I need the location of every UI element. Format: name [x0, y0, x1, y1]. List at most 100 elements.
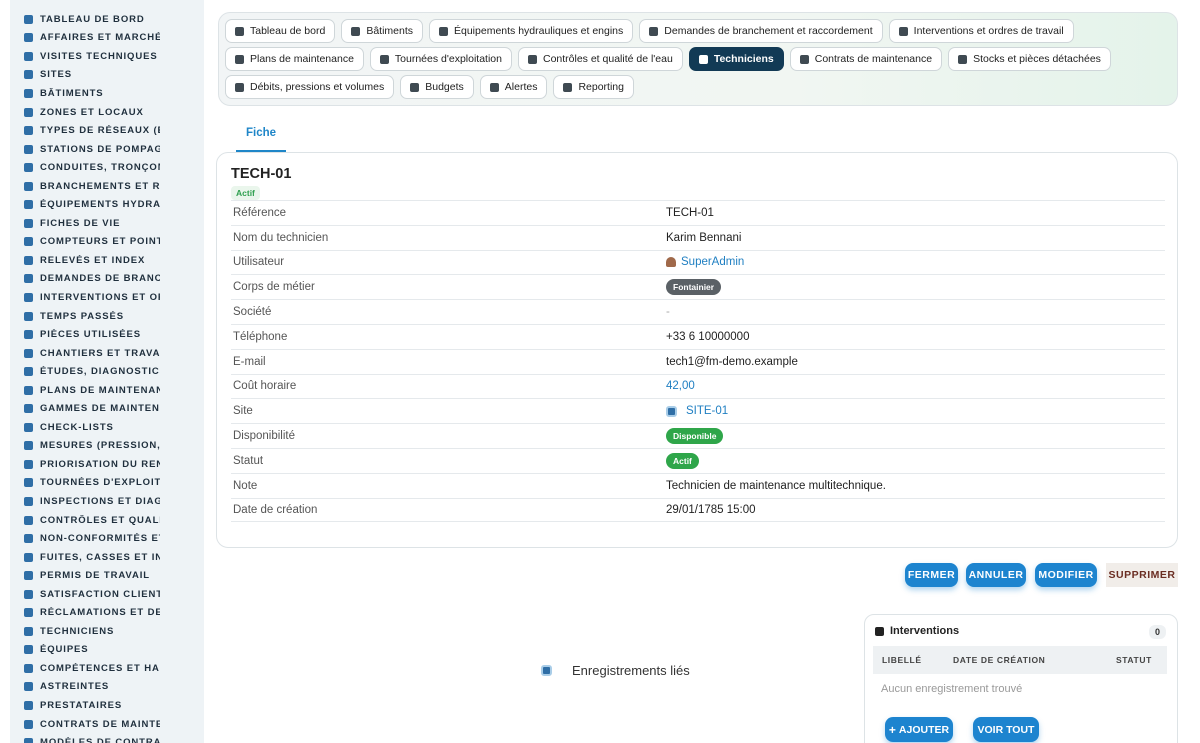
field-row: Téléphone +33 6 10000000: [231, 323, 1165, 349]
sidebar-item[interactable]: ASTREINTES: [10, 678, 204, 697]
field-row: Référence TECH-01: [231, 200, 1165, 225]
sidebar-item[interactable]: NON-CONFORMITÉS ET A: [10, 529, 204, 548]
sidebar-item[interactable]: PLANS DE MAINTENANCE: [10, 381, 204, 400]
sidebar-item-label: ÉQUIPES: [40, 644, 89, 656]
module-chip[interactable]: Demandes de branchement et raccordement: [639, 19, 883, 43]
sidebar-item[interactable]: FICHES DE VIE: [10, 214, 204, 233]
module-chip[interactable]: Reporting: [553, 75, 634, 99]
sidebar-item[interactable]: PRIORISATION DU RENOU: [10, 455, 204, 474]
handshake-icon: [24, 701, 33, 710]
helmet-icon: [24, 626, 33, 636]
sidebar-item[interactable]: CONTRÔLES ET QUALITÉ: [10, 511, 204, 530]
dashboard-icon: [24, 14, 33, 24]
quality-icon: [527, 54, 537, 64]
comment-icon: [24, 608, 33, 618]
sidebar-item[interactable]: MESURES (PRESSION, DÉ: [10, 437, 204, 456]
sidebar-item-label: FUITES, CASSES ET INCI: [40, 551, 160, 563]
edit-button[interactable]: MODIFIER: [1035, 563, 1097, 587]
sidebar-item[interactable]: PERMIS DE TRAVAIL: [10, 566, 204, 585]
sidebar-item[interactable]: ZONES ET LOCAUX: [10, 103, 204, 122]
close-button[interactable]: FERMER: [905, 563, 958, 587]
site-link[interactable]: SITE-01: [686, 405, 728, 417]
cancel-button[interactable]: ANNULER: [966, 563, 1026, 587]
tab-fiche[interactable]: Fiche: [236, 118, 286, 152]
sidebar-item-label: ÉQUIPEMENTS HYDRAUL: [40, 199, 160, 211]
sidebar-item[interactable]: TOURNÉES D'EXPLOITATI: [10, 474, 204, 493]
sidebar-item[interactable]: TYPES DE RÉSEAUX (EAU: [10, 121, 204, 140]
field-value: Actif: [666, 452, 699, 469]
sidebar-item[interactable]: TABLEAU DE BORD: [10, 10, 204, 29]
field-value-text: Karim Bennani: [666, 231, 742, 244]
column-header-date-creation[interactable]: DATE DE CRÉATION: [953, 655, 1116, 665]
sidebar-item[interactable]: STATIONS DE POMPAGE I: [10, 140, 204, 159]
contract-icon: [24, 719, 33, 729]
user-link[interactable]: SuperAdmin: [681, 256, 744, 268]
module-chip[interactable]: Plans de maintenance: [225, 47, 364, 71]
module-chip-label: Tournées d'exploitation: [394, 53, 502, 65]
sidebar-item[interactable]: ÉTUDES, DIAGNOSTICS E: [10, 362, 204, 381]
field-label: Coût horaire: [233, 380, 297, 393]
field-label: Site: [233, 405, 253, 418]
sidebar-item[interactable]: SATISFACTION CLIENT: [10, 585, 204, 604]
sidebar-item[interactable]: COMPÉTENCES ET HABIL: [10, 659, 204, 678]
question-icon: [649, 26, 659, 36]
alert-circle-icon: [24, 534, 33, 544]
sidebar-item[interactable]: BRANCHEMENTS ET RAC: [10, 177, 204, 196]
module-chip-label: Demandes de branchement et raccordement: [664, 25, 873, 37]
sidebar-item[interactable]: DEMANDES DE BRANCHE: [10, 270, 204, 289]
sidebar-item[interactable]: CHECK-LISTS: [10, 418, 204, 437]
field-label: Téléphone: [233, 330, 288, 343]
sidebar-item[interactable]: CONTRATS DE MAINTENA: [10, 715, 204, 734]
column-header-statut[interactable]: STATUT: [1116, 655, 1152, 665]
sidebar-item[interactable]: TEMPS PASSÉS: [10, 307, 204, 326]
table-header: LIBELLÉ DATE DE CRÉATION STATUT: [873, 646, 1167, 674]
sidebar-item[interactable]: PRESTATAIRES: [10, 696, 204, 715]
module-chip[interactable]: Contrats de maintenance: [789, 47, 943, 71]
module-chip[interactable]: Interventions et ordres de travail: [888, 19, 1074, 43]
module-chip[interactable]: Équipements hydrauliques et engins: [429, 19, 634, 43]
module-chip[interactable]: Tournées d'exploitation: [369, 47, 512, 71]
module-chip[interactable]: Contrôles et qualité de l'eau: [517, 47, 683, 71]
sidebar-item[interactable]: GAMMES DE MAINTENAN: [10, 399, 204, 418]
interventions-panel: Interventions 0 LIBELLÉ DATE DE CRÉATION…: [864, 614, 1178, 743]
sidebar-item[interactable]: RELEVÉS ET INDEX: [10, 251, 204, 270]
clipboard-check-icon: [875, 626, 884, 636]
sidebar-item-label: TABLEAU DE BORD: [40, 13, 145, 25]
field-value: 29/01/1785 15:00: [666, 504, 756, 516]
sidebar-item[interactable]: TECHNICIENS: [10, 622, 204, 641]
sidebar-item[interactable]: AFFAIRES ET MARCHÉS: [10, 29, 204, 48]
checklist-icon: [24, 422, 33, 432]
field-label: Disponibilité: [233, 430, 296, 443]
record-fields: Référence TECH-01 Nom du technicien Karim B…: [231, 200, 1165, 523]
module-chip[interactable]: Alertes: [479, 75, 548, 99]
sidebar-item[interactable]: ÉQUIPES: [10, 641, 204, 660]
status-badge: Actif: [666, 452, 699, 469]
sidebar-item[interactable]: INSPECTIONS ET DIAGNO: [10, 492, 204, 511]
view-all-button[interactable]: VOIR TOUT: [973, 717, 1039, 742]
field-row: Disponibilité Disponible: [231, 423, 1165, 448]
delete-button[interactable]: SUPPRIMER: [1106, 563, 1178, 587]
sidebar-item[interactable]: INTERVENTIONS ET ORDI: [10, 288, 204, 307]
module-chip[interactable]: Tableau de bord: [225, 19, 336, 43]
module-chip[interactable]: Techniciens: [688, 47, 784, 71]
sidebar-item[interactable]: PIÈCES UTILISÉES: [10, 325, 204, 344]
sidebar-item[interactable]: CONDUITES, TRONÇONS: [10, 158, 204, 177]
sidebar-item[interactable]: MODÈLES DE CONTRATS: [10, 733, 204, 743]
module-chip[interactable]: Bâtiments: [341, 19, 423, 43]
add-button[interactable]: + AJOUTER: [885, 717, 953, 742]
module-chip-label: Alertes: [504, 81, 538, 93]
module-chip[interactable]: Débits, pressions et volumes: [225, 75, 395, 99]
sidebar-item[interactable]: ÉQUIPEMENTS HYDRAUL: [10, 195, 204, 214]
column-header-libelle[interactable]: LIBELLÉ: [873, 655, 953, 665]
sidebar-item[interactable]: CHANTIERS ET TRAVAUX: [10, 344, 204, 363]
priority-icon: [24, 459, 33, 469]
sidebar-item[interactable]: BÂTIMENTS: [10, 84, 204, 103]
sidebar-item[interactable]: COMPTEURS ET POINTS I: [10, 233, 204, 252]
sidebar-item[interactable]: SITES: [10, 66, 204, 85]
sidebar-item[interactable]: VISITES TECHNIQUES ET: [10, 47, 204, 66]
sidebar-item[interactable]: FUITES, CASSES ET INCI: [10, 548, 204, 567]
sidebar-item[interactable]: RÉCLAMATIONS ET DEMA: [10, 604, 204, 623]
module-chip[interactable]: Stocks et pièces détachées: [948, 47, 1111, 71]
field-value-text: -: [666, 306, 670, 319]
module-chip[interactable]: Budgets: [400, 75, 474, 99]
